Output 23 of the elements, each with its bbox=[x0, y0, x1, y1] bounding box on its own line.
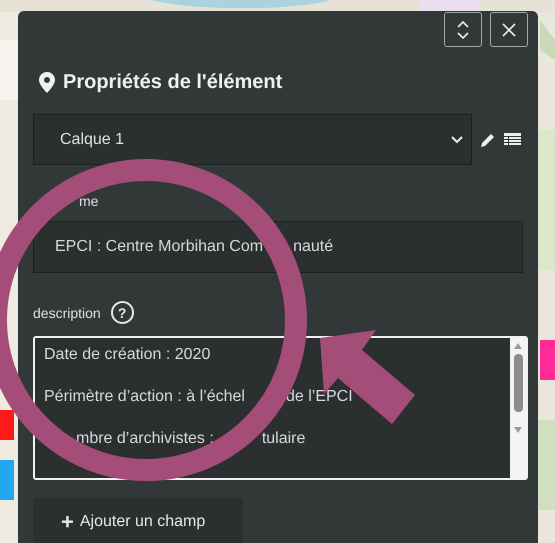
field-label: description bbox=[33, 304, 101, 320]
description-line: Périmètre d’action : à l’échel bbox=[44, 388, 245, 407]
field-label: me bbox=[79, 193, 98, 209]
help-icon[interactable]: ? bbox=[110, 301, 134, 324]
field-value: EPCI : Centre Morbihan Com bbox=[55, 238, 264, 256]
scroll-up-icon[interactable] bbox=[513, 342, 523, 350]
scrollbar-thumb[interactable] bbox=[514, 354, 522, 412]
table-icon[interactable] bbox=[504, 132, 521, 146]
close-icon bbox=[502, 22, 516, 36]
name-field[interactable]: EPCI : Centre Morbihan Com nauté bbox=[33, 221, 523, 273]
layer-select[interactable]: Calque 1 bbox=[33, 114, 472, 165]
field-value: nauté bbox=[293, 238, 334, 256]
description-line: Date de création : 2020 bbox=[44, 346, 210, 365]
add-field-button[interactable]: + Ajouter un champ bbox=[33, 498, 243, 543]
chevrons-icon bbox=[456, 18, 470, 40]
map-pin-icon bbox=[39, 72, 55, 93]
expand-button[interactable] bbox=[444, 12, 482, 47]
chevron-down-icon bbox=[451, 136, 463, 144]
close-button[interactable] bbox=[490, 12, 528, 47]
scroll-down-icon[interactable] bbox=[513, 426, 523, 434]
panel-title: Propriétés de l'élément bbox=[63, 71, 282, 94]
pencil-icon[interactable] bbox=[480, 132, 496, 148]
description-line: tulaire bbox=[262, 430, 306, 449]
